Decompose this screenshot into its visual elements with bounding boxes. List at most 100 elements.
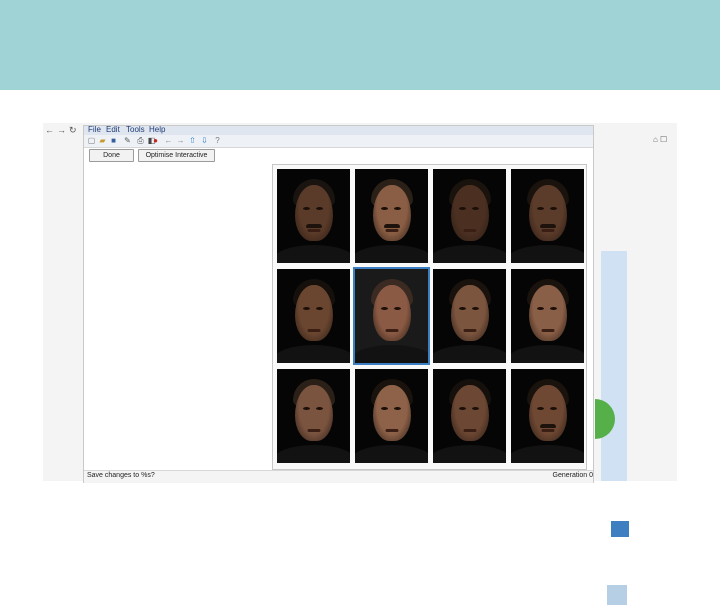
face-head: [372, 385, 411, 441]
face-right-eye: [550, 407, 557, 410]
face-head: [528, 385, 567, 441]
face-head: [372, 185, 411, 241]
face-mouth: [463, 329, 476, 332]
menu-tools[interactable]: Tools: [126, 125, 145, 134]
left-panel: [84, 164, 270, 470]
face-mouth: [541, 329, 554, 332]
up-icon[interactable]: ⇧: [188, 136, 197, 145]
toolbar: ▢ ▰ ■ ✎ ⎙ ◧ ● ← → ⇧ ⇩ ?: [84, 135, 593, 148]
face-left-eye: [459, 307, 466, 310]
face-mouth: [541, 229, 554, 232]
face-shoulders: [355, 445, 428, 463]
face-head: [294, 385, 333, 441]
face-left-eye: [459, 407, 466, 410]
save-icon[interactable]: ■: [109, 136, 118, 145]
done-button[interactable]: Done: [89, 149, 134, 162]
print-icon[interactable]: ⎙: [136, 136, 145, 145]
face-left-eye: [303, 407, 310, 410]
face-head: [294, 185, 333, 241]
face-left-eye: [459, 207, 466, 210]
menu-file[interactable]: File: [88, 125, 101, 134]
face-thumbnail[interactable]: [277, 269, 350, 363]
forward-arrow-icon: →: [57, 125, 66, 135]
open-icon[interactable]: ▰: [98, 136, 107, 145]
face-shoulders: [277, 345, 350, 363]
face-mouth: [541, 429, 554, 432]
face-left-eye: [381, 307, 388, 310]
face-shoulders: [511, 345, 584, 363]
face-thumbnail[interactable]: [511, 269, 584, 363]
face-mouth: [307, 429, 320, 432]
face-mouth: [463, 229, 476, 232]
face-shoulders: [277, 245, 350, 263]
face-head: [528, 285, 567, 341]
stop-icon[interactable]: ●: [151, 136, 160, 145]
face-head: [294, 285, 333, 341]
face-thumbnail[interactable]: [433, 269, 506, 363]
face-generator-window: File Edit Tools Help ▢ ▰ ■ ✎ ⎙ ◧ ● ← → ⇧…: [83, 125, 594, 483]
face-thumbnail[interactable]: [353, 267, 430, 365]
refresh-icon: ↻: [69, 125, 77, 135]
down-icon[interactable]: ⇩: [200, 136, 209, 145]
back-arrow-icon: ←: [45, 125, 54, 135]
face-mustache: [539, 424, 556, 428]
face-thumbnail[interactable]: [355, 169, 428, 263]
background-green-badge: [595, 399, 615, 439]
face-mouth: [385, 429, 398, 432]
back-icon[interactable]: ←: [164, 136, 173, 145]
optimise-button[interactable]: Optimise Interactive: [138, 149, 215, 162]
face-right-eye: [394, 307, 401, 310]
face-right-eye: [472, 407, 479, 410]
face-right-eye: [394, 407, 401, 410]
face-shoulders: [355, 245, 428, 263]
face-thumbnail[interactable]: [511, 169, 584, 263]
face-left-eye: [303, 307, 310, 310]
menu-edit[interactable]: Edit: [106, 125, 120, 134]
edit-icon[interactable]: ✎: [123, 136, 132, 145]
menu-help[interactable]: Help: [149, 125, 165, 134]
face-thumbnail[interactable]: [277, 369, 350, 463]
face-head: [372, 285, 411, 341]
generation-label: Generation 0: [552, 472, 593, 479]
background-page-right: ⌂ ☐: [593, 123, 677, 605]
face-thumbnail[interactable]: [277, 169, 350, 263]
face-left-eye: [381, 207, 388, 210]
face-head: [528, 185, 567, 241]
face-left-eye: [537, 207, 544, 210]
face-thumbnail[interactable]: [433, 369, 506, 463]
face-head: [450, 285, 489, 341]
face-right-eye: [394, 207, 401, 210]
forward-icon[interactable]: →: [176, 136, 185, 145]
browser-nav-controls: ← → ↻: [43, 123, 85, 147]
face-left-eye: [537, 307, 544, 310]
face-thumbnail[interactable]: [433, 169, 506, 263]
new-icon[interactable]: ▢: [87, 136, 96, 145]
face-left-eye: [303, 207, 310, 210]
face-left-eye: [537, 407, 544, 410]
status-bar: Save changes to %s? Generation 0: [84, 470, 593, 483]
background-ad-panel: [595, 251, 629, 605]
face-shoulders: [277, 445, 350, 463]
face-mouth: [307, 329, 320, 332]
face-mouth: [385, 229, 398, 232]
face-shoulders: [433, 345, 506, 363]
face-shoulders: [511, 245, 584, 263]
background-ad-image: [611, 521, 629, 537]
face-right-eye: [550, 207, 557, 210]
face-shoulders: [433, 245, 506, 263]
face-right-eye: [472, 207, 479, 210]
face-shoulders: [433, 445, 506, 463]
face-thumbnail[interactable]: [511, 369, 584, 463]
face-head: [450, 185, 489, 241]
face-head: [450, 385, 489, 441]
face-thumbnail[interactable]: [355, 369, 428, 463]
browser-toolbar-icons: ⌂ ☐: [653, 135, 668, 144]
status-message: Save changes to %s?: [87, 472, 155, 479]
face-right-eye: [316, 407, 323, 410]
help-icon[interactable]: ?: [213, 136, 222, 145]
face-right-eye: [472, 307, 479, 310]
background-ad-block: [607, 585, 627, 605]
header-band: [0, 0, 720, 90]
face-mustache: [383, 224, 400, 228]
face-mustache: [305, 224, 322, 228]
